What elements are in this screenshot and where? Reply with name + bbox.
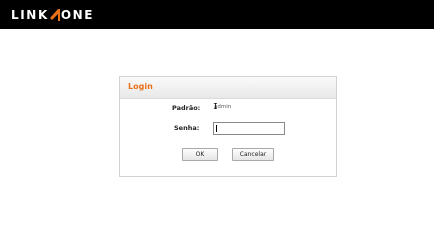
login-title: Login [128, 82, 153, 91]
input-caret [216, 125, 217, 132]
password-label: Senha: [174, 124, 200, 132]
link-one-mark-icon [49, 8, 60, 21]
logo-text-right: ONE [60, 7, 95, 22]
text-cursor-icon: I [213, 102, 218, 111]
default-label: Padrão: [172, 104, 201, 112]
link-one-logo: LINK ONE [11, 7, 94, 22]
login-panel-header: Login [120, 77, 336, 99]
login-panel: Login Padrão: admin I Senha: OK Cancelar [119, 76, 337, 177]
password-field[interactable] [213, 122, 285, 135]
ok-button[interactable]: OK [182, 148, 218, 161]
header-bar: LINK ONE [0, 0, 434, 29]
cancel-button[interactable]: Cancelar [232, 148, 274, 161]
logo-text-left: LINK [11, 7, 49, 22]
